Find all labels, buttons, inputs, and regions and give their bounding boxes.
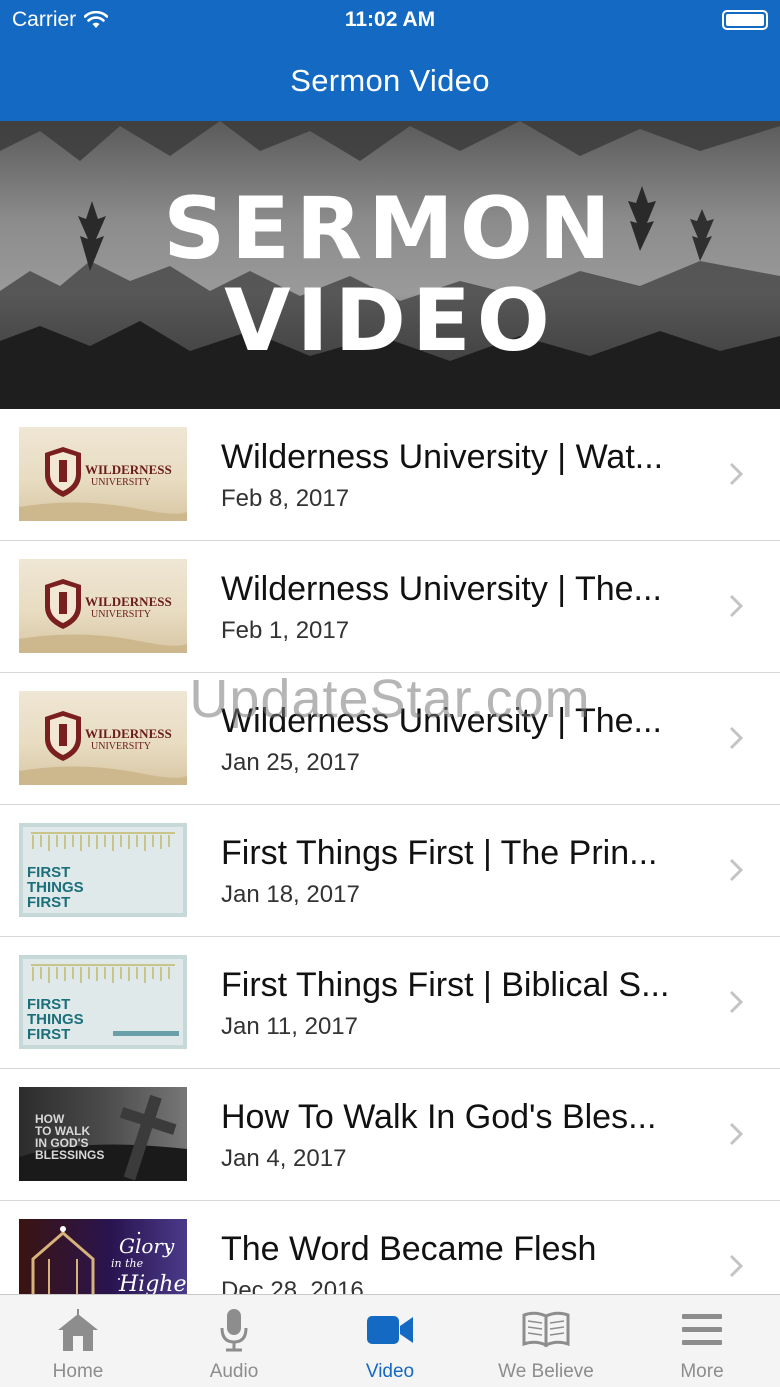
battery-icon (722, 10, 768, 30)
sermon-row[interactable]: WILDERNESS UNIVERSITY Wilderness Univers… (0, 673, 780, 805)
tab-video[interactable]: Video (312, 1295, 468, 1387)
book-icon (521, 1307, 571, 1353)
svg-text:UNIVERSITY: UNIVERSITY (91, 741, 151, 752)
sermon-title: First Things First | Biblical S... (221, 966, 670, 1004)
svg-text:Highest: Highest (118, 1272, 187, 1294)
page-title: Sermon Video (290, 62, 490, 98)
sermon-row[interactable]: WILDERNESS UNIVERSITY Wilderness Univers… (0, 541, 780, 673)
chevron-right-icon (729, 990, 744, 1014)
sermon-date: Dec 28, 2016 (221, 1277, 364, 1294)
svg-text:Glory: Glory (119, 1234, 175, 1258)
sermon-title: First Things First | The Prin... (221, 834, 658, 872)
sermon-title: Wilderness University | The... (221, 702, 662, 740)
sermon-thumbnail: WILDERNESS UNIVERSITY (19, 427, 187, 521)
sermon-title: How To Walk In God's Bles... (221, 1098, 657, 1136)
svg-text:WILDERNESS: WILDERNESS (85, 726, 172, 741)
sermon-thumbnail: Glory in the Highest (19, 1219, 187, 1294)
sermon-row[interactable]: HOW TO WALK IN GOD'S BLESSINGS How To Wa… (0, 1069, 780, 1201)
sermon-thumbnail: HOW TO WALK IN GOD'S BLESSINGS (19, 1087, 187, 1181)
sermon-title: Wilderness University | The... (221, 570, 662, 608)
sermon-date: Feb 1, 2017 (221, 617, 350, 644)
svg-text:UNIVERSITY: UNIVERSITY (91, 477, 151, 488)
sermon-row[interactable]: FIRST THINGS FIRST First Things First | … (0, 805, 780, 937)
banner-title-line2: VIDEO (224, 271, 556, 371)
home-icon (53, 1307, 103, 1353)
tab-label: Home (52, 1361, 104, 1382)
chevron-right-icon (729, 858, 744, 882)
sermon-row[interactable]: Glory in the Highest The Word Became Fle… (0, 1201, 780, 1294)
status-bar: Carrier 11:02 AM (0, 0, 780, 40)
video-camera-icon (365, 1307, 415, 1353)
sermon-row[interactable]: FIRST THINGS FIRST First Things First | … (0, 937, 780, 1069)
sermon-date: Jan 18, 2017 (221, 881, 360, 908)
menu-icon (677, 1307, 727, 1353)
tab-label: Audio (209, 1361, 259, 1382)
microphone-icon (209, 1307, 259, 1353)
chevron-right-icon (729, 726, 744, 750)
tab-we-believe[interactable]: We Believe (468, 1295, 624, 1387)
tab-label: More (680, 1361, 724, 1382)
svg-text:BLESSINGS: BLESSINGS (35, 1148, 104, 1162)
tab-more[interactable]: More (624, 1295, 780, 1387)
sermon-thumbnail: WILDERNESS UNIVERSITY (19, 691, 187, 785)
chevron-right-icon (729, 462, 744, 486)
svg-text:UNIVERSITY: UNIVERSITY (91, 609, 151, 620)
sermon-row[interactable]: WILDERNESS UNIVERSITY Wilderness Univers… (0, 409, 780, 541)
sermon-date: Feb 8, 2017 (221, 485, 350, 512)
sermon-video-banner: SERMON VIDEO (0, 121, 780, 409)
sermon-date: Jan 11, 2017 (221, 1013, 359, 1040)
sermon-thumbnail: FIRST THINGS FIRST (19, 823, 187, 917)
sermon-title: The Word Became Flesh (221, 1230, 597, 1268)
svg-text:FIRST: FIRST (27, 894, 70, 911)
tab-home[interactable]: Home (0, 1295, 156, 1387)
sermon-title: Wilderness University | Wat... (221, 438, 664, 476)
navigation-bar: Sermon Video (0, 40, 780, 121)
svg-text:FIRST: FIRST (27, 1026, 70, 1043)
sermon-date: Jan 25, 2017 (221, 749, 360, 776)
tab-label: We Believe (498, 1361, 594, 1382)
sermon-thumbnail: WILDERNESS UNIVERSITY (19, 559, 187, 653)
sermon-thumbnail: FIRST THINGS FIRST (19, 955, 187, 1049)
sermon-date: Jan 4, 2017 (221, 1145, 347, 1172)
sermon-list: WILDERNESS UNIVERSITY Wilderness Univers… (0, 409, 780, 1294)
svg-text:WILDERNESS: WILDERNESS (85, 462, 172, 477)
chevron-right-icon (729, 1254, 744, 1278)
svg-text:in the: in the (111, 1257, 144, 1270)
tab-bar: Home Audio Video We Believe More (0, 1294, 780, 1387)
banner-title-line1: SERMON (163, 179, 617, 279)
tab-audio[interactable]: Audio (156, 1295, 312, 1387)
svg-text:WILDERNESS: WILDERNESS (85, 594, 172, 609)
status-time: 11:02 AM (344, 8, 436, 31)
chevron-right-icon (729, 1122, 744, 1146)
tab-label: Video (365, 1361, 415, 1382)
chevron-right-icon (729, 594, 744, 618)
